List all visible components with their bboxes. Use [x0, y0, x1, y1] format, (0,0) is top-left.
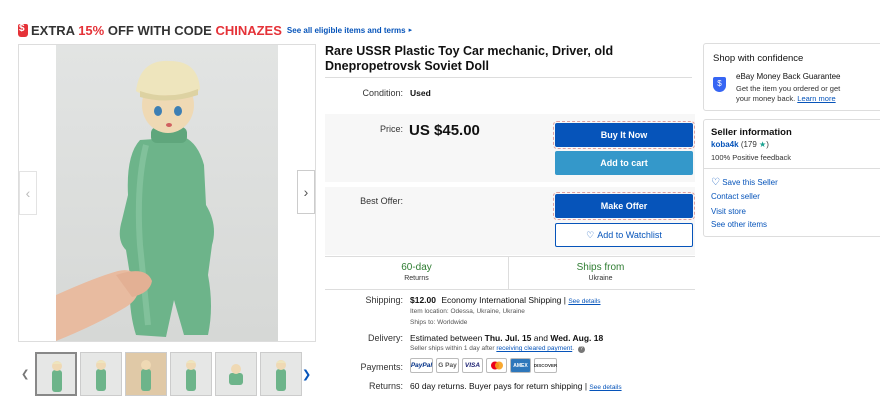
visa-icon: VISA [462, 358, 483, 373]
seller-info-title: Seller information [711, 127, 792, 138]
returns-policy: 60 day returns. Buyer pays for return sh… [410, 381, 622, 391]
heart-icon: ♡ [711, 177, 720, 188]
returns-label: Returns: [368, 381, 403, 391]
shipping-cost: $12.00 [410, 295, 436, 305]
guarantee-desc-2: your money back. Learn more [736, 94, 836, 103]
help-icon[interactable]: ? [577, 346, 585, 353]
thumbnail-3[interactable] [125, 352, 167, 396]
paypal-icon: PayPal [410, 358, 433, 373]
thumbnail-2[interactable] [80, 352, 122, 396]
divider [325, 77, 692, 78]
caret-right-icon: ▸ [408, 27, 413, 34]
heart-icon: ♡ [586, 229, 595, 240]
price-value: US $45.00 [409, 122, 480, 139]
thumbs-next-icon[interactable]: ❯ [302, 368, 311, 381]
payments-label: Payments: [360, 362, 403, 372]
thumbnail-6[interactable] [260, 352, 302, 396]
shipping-line: $12.00 Economy International Shipping | … [410, 295, 601, 305]
thumbs-prev-icon[interactable]: ❮ [21, 369, 29, 380]
best-offer-label: Best Offer: [360, 196, 403, 206]
listing-title: Rare USSR Plastic Toy Car mechanic, Driv… [325, 44, 614, 73]
returns-see-details-link[interactable]: See details [589, 384, 621, 391]
amex-icon: AMEX [510, 358, 531, 373]
promo-banner: EXTRA 15% OFF WITH CODE CHINAZES See all… [18, 21, 412, 39]
see-eligible-items-link[interactable]: See all eligible items and terms [287, 26, 406, 35]
seller-divider [704, 168, 880, 169]
doll-illustration [56, 60, 214, 341]
make-offer-button[interactable]: Make Offer [553, 192, 695, 220]
delivery-note: Seller ships within 1 day after receivin… [410, 345, 585, 353]
add-to-cart-button[interactable]: Add to cart [555, 151, 693, 175]
condition-label: Condition: [362, 88, 403, 98]
previous-image-button[interactable]: ‹ [19, 171, 37, 215]
delivery-estimate: Estimated between Thu. Jul. 15 and Wed. … [410, 333, 604, 343]
seller-name-line: koba4k (179 ★) [711, 140, 769, 149]
positive-feedback: 100% Positive feedback [711, 153, 792, 162]
add-to-watchlist-button[interactable]: ♡ Add to Watchlist [555, 223, 693, 247]
chevron-left-icon: ‹ [25, 185, 31, 201]
google-pay-icon: G Pay [436, 358, 459, 373]
confidence-title: Shop with confidence [713, 53, 804, 64]
ships-from-country: Ukraine [588, 275, 613, 282]
ships-to: Ships to: Worldwide [410, 319, 468, 326]
returns-caption: Returns [404, 275, 429, 282]
discover-icon: DISCOVER [534, 358, 557, 373]
seller-name-link[interactable]: koba4k [711, 140, 739, 149]
thumbnail-4[interactable] [170, 352, 212, 396]
item-location: Item location: Odessa, Ukraine, Ukraine [410, 308, 525, 315]
shipping-see-details-link[interactable]: See details [568, 298, 600, 305]
ships-from-title: Ships from [576, 262, 625, 273]
contact-seller-link[interactable]: Contact seller [711, 192, 760, 201]
shop-with-confidence-panel: Shop with confidence $ eBay Money Back G… [703, 43, 880, 111]
promo-text: EXTRA 15% OFF WITH CODE CHINAZES [31, 22, 282, 38]
chevron-right-icon: › [303, 184, 309, 200]
thumbnail-1[interactable] [35, 352, 77, 396]
main-image-panel[interactable] [18, 44, 316, 342]
shield-check-icon: $ [713, 77, 726, 92]
price-label: Price: [379, 124, 403, 134]
delivery-label: Delivery: [367, 333, 403, 343]
mastercard-icon [486, 358, 507, 373]
coupon-tag-icon [18, 23, 28, 37]
next-image-button[interactable]: › [297, 170, 315, 214]
shipping-label: Shipping: [365, 295, 403, 305]
guarantee-desc-1: Get the item you ordered or get [736, 84, 841, 93]
product-photo [56, 45, 278, 341]
condition-value: Used [410, 88, 431, 98]
learn-more-link[interactable]: Learn more [797, 94, 835, 103]
buy-it-now-button[interactable]: Buy It Now [553, 121, 695, 149]
returns-days: 60-day [401, 262, 432, 273]
shipping-method: Economy International Shipping | [441, 295, 566, 305]
thumbnail-5[interactable] [215, 352, 257, 396]
save-seller-link[interactable]: ♡ Save this Seller [711, 177, 778, 188]
money-back-guarantee: eBay Money Back Guarantee [736, 72, 841, 81]
see-other-items-link[interactable]: See other items [711, 220, 767, 229]
seller-information-panel: Seller information koba4k (179 ★) 100% P… [703, 119, 880, 237]
cleared-payment-link[interactable]: receiving cleared payment [496, 345, 572, 352]
visit-store-link[interactable]: Visit store [711, 207, 746, 216]
